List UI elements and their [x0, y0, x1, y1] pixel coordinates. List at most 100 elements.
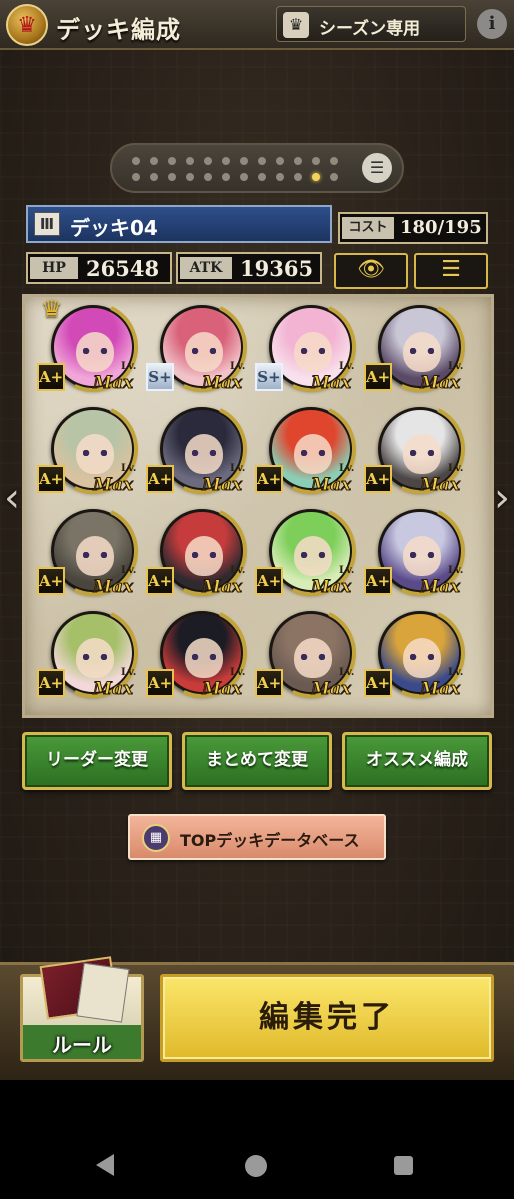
home-icon[interactable]	[245, 1155, 267, 1177]
level-label: Lv.	[121, 463, 137, 474]
page-dot[interactable]	[294, 173, 302, 181]
deck-card[interactable]: A+ Lv. Max	[356, 289, 478, 405]
page-dot[interactable]	[330, 173, 338, 181]
menu-button[interactable]: ☰	[414, 253, 488, 289]
rarity-badge: A+	[255, 567, 283, 595]
menu-icon: ☰	[441, 257, 461, 282]
level-label: Lv.	[230, 667, 246, 678]
cost-display: コスト 180/195	[338, 212, 488, 244]
page-dot[interactable]	[186, 157, 194, 165]
rarity-badge: A+	[364, 669, 392, 697]
edit-done-button[interactable]: 編集完了	[160, 974, 494, 1062]
deck-card[interactable]: A+ Lv. Max	[247, 493, 369, 609]
level-label: Lv.	[339, 361, 355, 372]
page-dot[interactable]	[168, 173, 176, 181]
page-dot[interactable]	[132, 173, 140, 181]
level-max-label: Max	[202, 475, 243, 496]
deck-card[interactable]: A+ Lv. Max	[356, 493, 478, 609]
deck-card[interactable]: A+ Lv. Max	[29, 391, 151, 507]
prev-deck-arrow[interactable]: ‹	[0, 476, 24, 520]
page-dot[interactable]	[150, 173, 158, 181]
season-only-tag[interactable]: ♛ シーズン専用	[276, 6, 466, 42]
next-deck-arrow[interactable]: ›	[490, 476, 514, 520]
deck-name-bar[interactable]: Ⅲ デッキ04	[26, 205, 332, 243]
level-max-label: Max	[311, 475, 352, 496]
leader-crown-icon: ♛	[41, 295, 63, 323]
deck-name: デッキ04	[70, 216, 158, 240]
page-dot[interactable]	[330, 157, 338, 165]
level-max-label: Max	[93, 475, 134, 496]
page-dot[interactable]	[312, 173, 320, 181]
recent-apps-icon[interactable]	[394, 1156, 413, 1175]
leader-change-button[interactable]: リーダー変更	[22, 732, 172, 790]
page-dot[interactable]	[312, 157, 320, 165]
page-dot[interactable]	[186, 173, 194, 181]
level-label: Lv.	[121, 565, 137, 576]
deck-card[interactable]: A+ Lv. Max	[138, 493, 260, 609]
back-icon[interactable]	[96, 1154, 114, 1176]
top-deck-database-label: TOPデッキデータベース	[180, 831, 360, 850]
info-icon[interactable]: i	[477, 9, 507, 39]
page-dot[interactable]	[276, 173, 284, 181]
page-dot[interactable]	[168, 157, 176, 165]
deck-card[interactable]: S+ Lv. Max	[247, 289, 369, 405]
rarity-badge: A+	[37, 669, 65, 697]
rarity-badge: A+	[255, 465, 283, 493]
deck-card[interactable]: S+ Lv. Max	[138, 289, 260, 405]
page-dot[interactable]	[294, 157, 302, 165]
page-dot[interactable]	[240, 173, 248, 181]
rarity-badge: A+	[37, 363, 65, 391]
crown-icon[interactable]: ♛	[6, 4, 48, 46]
level-max-label: Max	[202, 373, 243, 394]
hp-display: HP 26548	[26, 252, 172, 284]
deck-card[interactable]: A+ Lv. Max	[29, 595, 151, 711]
atk-label: ATK	[180, 257, 232, 279]
deck-card[interactable]: A+ Lv. Max ♛	[29, 289, 151, 405]
atk-value: 19365	[240, 256, 314, 281]
deck-page-indicator[interactable]: ☰	[110, 143, 404, 193]
list-icon[interactable]: ☰	[362, 153, 392, 183]
page-dot[interactable]	[222, 173, 230, 181]
deck-card[interactable]: A+ Lv. Max	[247, 391, 369, 507]
top-deck-database-button[interactable]: ▦ TOPデッキデータベース	[128, 814, 386, 860]
page-dot[interactable]	[150, 157, 158, 165]
page-dot[interactable]	[222, 157, 230, 165]
page-dot[interactable]	[258, 157, 266, 165]
page-dot[interactable]	[204, 157, 212, 165]
page-dot[interactable]	[258, 173, 266, 181]
level-max-label: Max	[311, 679, 352, 700]
deck-card[interactable]: A+ Lv. Max	[247, 595, 369, 711]
hp-value: 26548	[86, 256, 160, 281]
level-max-label: Max	[311, 373, 352, 394]
rules-button[interactable]: ルール	[20, 956, 144, 1062]
deck-card[interactable]: A+ Lv. Max	[356, 595, 478, 711]
page-dot[interactable]	[132, 157, 140, 165]
atk-display: ATK 19365	[176, 252, 322, 284]
database-icon: ▦	[142, 824, 170, 852]
bulk-change-button[interactable]: まとめて変更	[182, 732, 332, 790]
level-label: Lv.	[448, 361, 464, 372]
level-label: Lv.	[230, 361, 246, 372]
level-max-label: Max	[420, 475, 461, 496]
level-max-label: Max	[93, 577, 134, 598]
level-max-label: Max	[93, 679, 134, 700]
season-label: シーズン専用	[319, 19, 421, 39]
deck-card[interactable]: A+ Lv. Max	[138, 595, 260, 711]
page-title: デッキ編成	[56, 16, 181, 44]
rarity-badge: A+	[255, 669, 283, 697]
deck-card[interactable]: A+ Lv. Max	[138, 391, 260, 507]
rarity-badge: A+	[364, 567, 392, 595]
deck-card[interactable]: A+ Lv. Max	[29, 493, 151, 609]
rarity-badge: A+	[37, 465, 65, 493]
rarity-badge: A+	[146, 567, 174, 595]
deck-card[interactable]: A+ Lv. Max	[356, 391, 478, 507]
page-dot[interactable]	[276, 157, 284, 165]
eye-button[interactable]: 👁	[334, 253, 408, 289]
recommended-deck-button[interactable]: オススメ編成	[342, 732, 492, 790]
level-label: Lv.	[230, 463, 246, 474]
rarity-badge: A+	[364, 465, 392, 493]
rarity-badge: S+	[255, 363, 283, 391]
page-dot[interactable]	[240, 157, 248, 165]
page-dot[interactable]	[204, 173, 212, 181]
rarity-badge: A+	[37, 567, 65, 595]
